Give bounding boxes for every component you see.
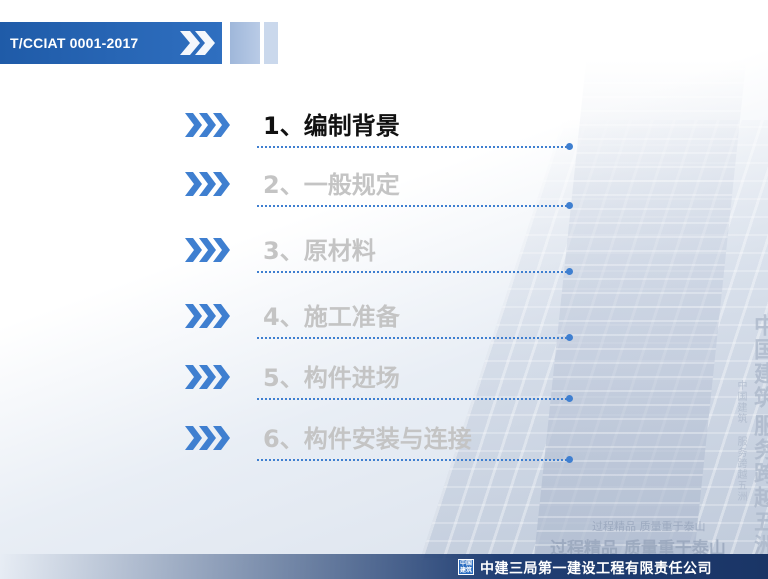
triple-chevron-right-icon [185,365,230,389]
menu-item-label: 1、编制背景 [263,112,400,140]
divider-end-dot [566,143,573,150]
menu-item-label: 4、施工准备 [263,303,400,331]
divider-end-dot [566,456,573,463]
divider-end-dot [566,268,573,275]
standard-code: T/CCIAT 0001-2017 [10,35,139,51]
slogan-vertical-china-construction: 中国建筑 [750,314,768,410]
menu-item-label: 3、原材料 [263,237,376,265]
header-accent-block [230,22,260,64]
double-chevron-right-icon [180,31,215,55]
menu-item-raw-materials[interactable]: 3、原材料 [185,231,575,281]
menu-item-construction-prep[interactable]: 4、施工准备 [185,297,575,347]
divider-end-dot [566,202,573,209]
company-name: 中建三局第一建设工程有限责任公司 [480,561,712,577]
slogan-vertical-small-1: 中国建筑 [735,380,746,424]
dotted-divider [257,146,571,148]
slide-background: T/CCIAT 0001-2017 1、编制背景 2、一般规定 3、原材料 4、… [0,0,768,579]
triple-chevron-right-icon [185,113,230,137]
menu-item-installation[interactable]: 6、构件安装与连接 [185,419,575,469]
slogan-row-small: 过程精品 质量重于泰山 [592,520,706,533]
menu-item-background[interactable]: 1、编制背景 [185,106,575,156]
menu-item-general-rules[interactable]: 2、一般规定 [185,165,575,215]
company-logo: 中国建筑 [458,559,474,575]
triple-chevron-right-icon [185,172,230,196]
divider-end-dot [566,395,573,402]
dotted-divider [257,459,571,461]
dotted-divider [257,271,571,273]
menu-item-component-entry[interactable]: 5、构件进场 [185,358,575,408]
slogan-vertical-serve-five-continents: 服务跨越五洲 [750,414,768,558]
divider-end-dot [566,334,573,341]
triple-chevron-right-icon [185,426,230,450]
menu-item-label: 5、构件进场 [263,364,400,392]
dotted-divider [257,205,571,207]
triple-chevron-right-icon [185,238,230,262]
dotted-divider [257,398,571,400]
menu-item-label: 2、一般规定 [263,171,400,199]
header-bar: T/CCIAT 0001-2017 [0,22,222,64]
triple-chevron-right-icon [185,304,230,328]
menu-item-label: 6、构件安装与连接 [263,425,472,453]
dotted-divider [257,337,571,339]
header-accent-block-small [264,22,278,64]
slogan-vertical-small-2: 服务跨越五洲 [735,436,746,502]
